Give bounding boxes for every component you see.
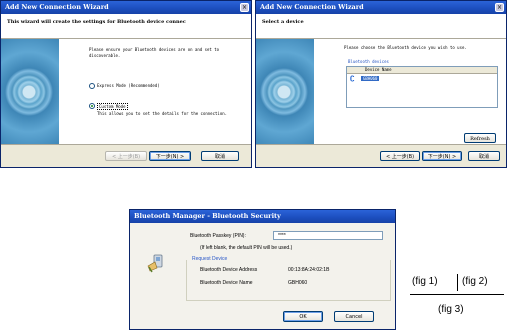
fig2-intro-text: Please choose the Bluetooth device you w… xyxy=(344,45,467,50)
fig1-header-text: This wizard will create the settings for… xyxy=(7,19,186,25)
refresh-button[interactable]: Refresh xyxy=(464,133,496,143)
fig2-title-bar[interactable]: Add New Connection Wizard × xyxy=(256,1,506,14)
passkey-value: **** xyxy=(278,233,286,239)
fig1-body: Please ensure your Bluetooth devices are… xyxy=(1,39,251,145)
fig3-title-bar[interactable]: Bluetooth Manager - Bluetooth Security xyxy=(130,210,395,223)
device-name-column[interactable]: Device Name xyxy=(365,67,392,72)
cancel-button[interactable]: 取消 xyxy=(468,151,500,161)
caption-fig1: (fig 1) xyxy=(412,276,438,287)
cancel-button[interactable]: Cancel xyxy=(334,311,374,322)
custom-mode-label[interactable]: Custom Mode xyxy=(97,103,128,110)
device-address-label: Bluetooth Device Address xyxy=(200,267,258,273)
next-button[interactable]: 下一步(N) > xyxy=(422,151,462,161)
fig2-header-text: Select a device xyxy=(262,19,304,25)
fig1-footer: < 上一步(B) 下一步(N) > 取消 xyxy=(1,144,251,167)
device-list-row[interactable]: ʗ GBH060 xyxy=(347,73,497,82)
ok-button[interactable]: OK xyxy=(283,311,323,322)
fig2-wizard-window: Add New Connection Wizard × Select a dev… xyxy=(255,0,507,168)
close-icon[interactable]: × xyxy=(495,3,504,12)
fig1-window-title: Add New Connection Wizard xyxy=(5,3,109,11)
fig2-header-banner: Select a device xyxy=(256,14,506,39)
fig1-intro-text: Please ensure your Bluetooth devices are… xyxy=(89,47,220,58)
passkey-label: Bluetooth Passkey (PIN): xyxy=(190,233,246,239)
fig3-security-dialog: Bluetooth Manager - Bluetooth Security B… xyxy=(129,209,396,330)
fig1-wizard-window: Add New Connection Wizard × This wizard … xyxy=(0,0,252,168)
fig1-header-banner: This wizard will create the settings for… xyxy=(1,14,251,39)
fig2-window-title: Add New Connection Wizard xyxy=(260,3,364,11)
back-button[interactable]: < 上一步(B) xyxy=(105,151,147,161)
fig1-title-bar[interactable]: Add New Connection Wizard × xyxy=(1,1,251,14)
custom-mode-description: This allows you to set the details for t… xyxy=(97,111,228,116)
fig2-footer: < 上一步(B) 下一步(N) > 取消 xyxy=(256,144,506,167)
fig2-body: Please choose the Bluetooth device you w… xyxy=(256,39,506,145)
express-mode-label[interactable]: Express Mode (Recommended) xyxy=(97,83,160,88)
close-icon[interactable]: × xyxy=(240,3,249,12)
express-mode-radio[interactable] xyxy=(89,83,95,89)
caption-divider-horizontal xyxy=(410,294,504,295)
caption-fig3: (fig 3) xyxy=(438,304,464,315)
passkey-hint: (If left blank, the default PIN will be … xyxy=(200,245,293,251)
figure-caption: (fig 1) (fig 2) (fig 3) xyxy=(410,268,506,324)
cancel-button[interactable]: 取消 xyxy=(201,151,239,161)
fig3-window-title: Bluetooth Manager - Bluetooth Security xyxy=(134,212,281,220)
bluetooth-wave-graphic xyxy=(1,39,59,145)
device-list-header: Device Name xyxy=(347,67,497,74)
back-button[interactable]: < 上一步(B) xyxy=(380,151,420,161)
key-icon xyxy=(146,252,166,274)
fig2-devices-group-label: Bluetooth devices xyxy=(348,59,389,64)
device-list[interactable]: Device Name ʗ GBH060 xyxy=(346,66,498,108)
caption-fig2: (fig 2) xyxy=(462,276,488,287)
caption-divider-vertical xyxy=(457,274,458,291)
custom-mode-radio[interactable] xyxy=(89,103,95,109)
device-name: GBH060 xyxy=(361,76,380,81)
next-button[interactable]: 下一步(N) > xyxy=(149,151,191,161)
bluetooth-icon: ʗ xyxy=(350,73,355,82)
device-name-value: GBH060 xyxy=(288,280,308,286)
bluetooth-wave-graphic xyxy=(256,39,314,145)
passkey-input[interactable]: **** xyxy=(273,231,383,240)
device-address-value: 00:13:8A:24:02:1B xyxy=(288,267,330,273)
device-name-label: Bluetooth Device Name xyxy=(200,280,253,286)
